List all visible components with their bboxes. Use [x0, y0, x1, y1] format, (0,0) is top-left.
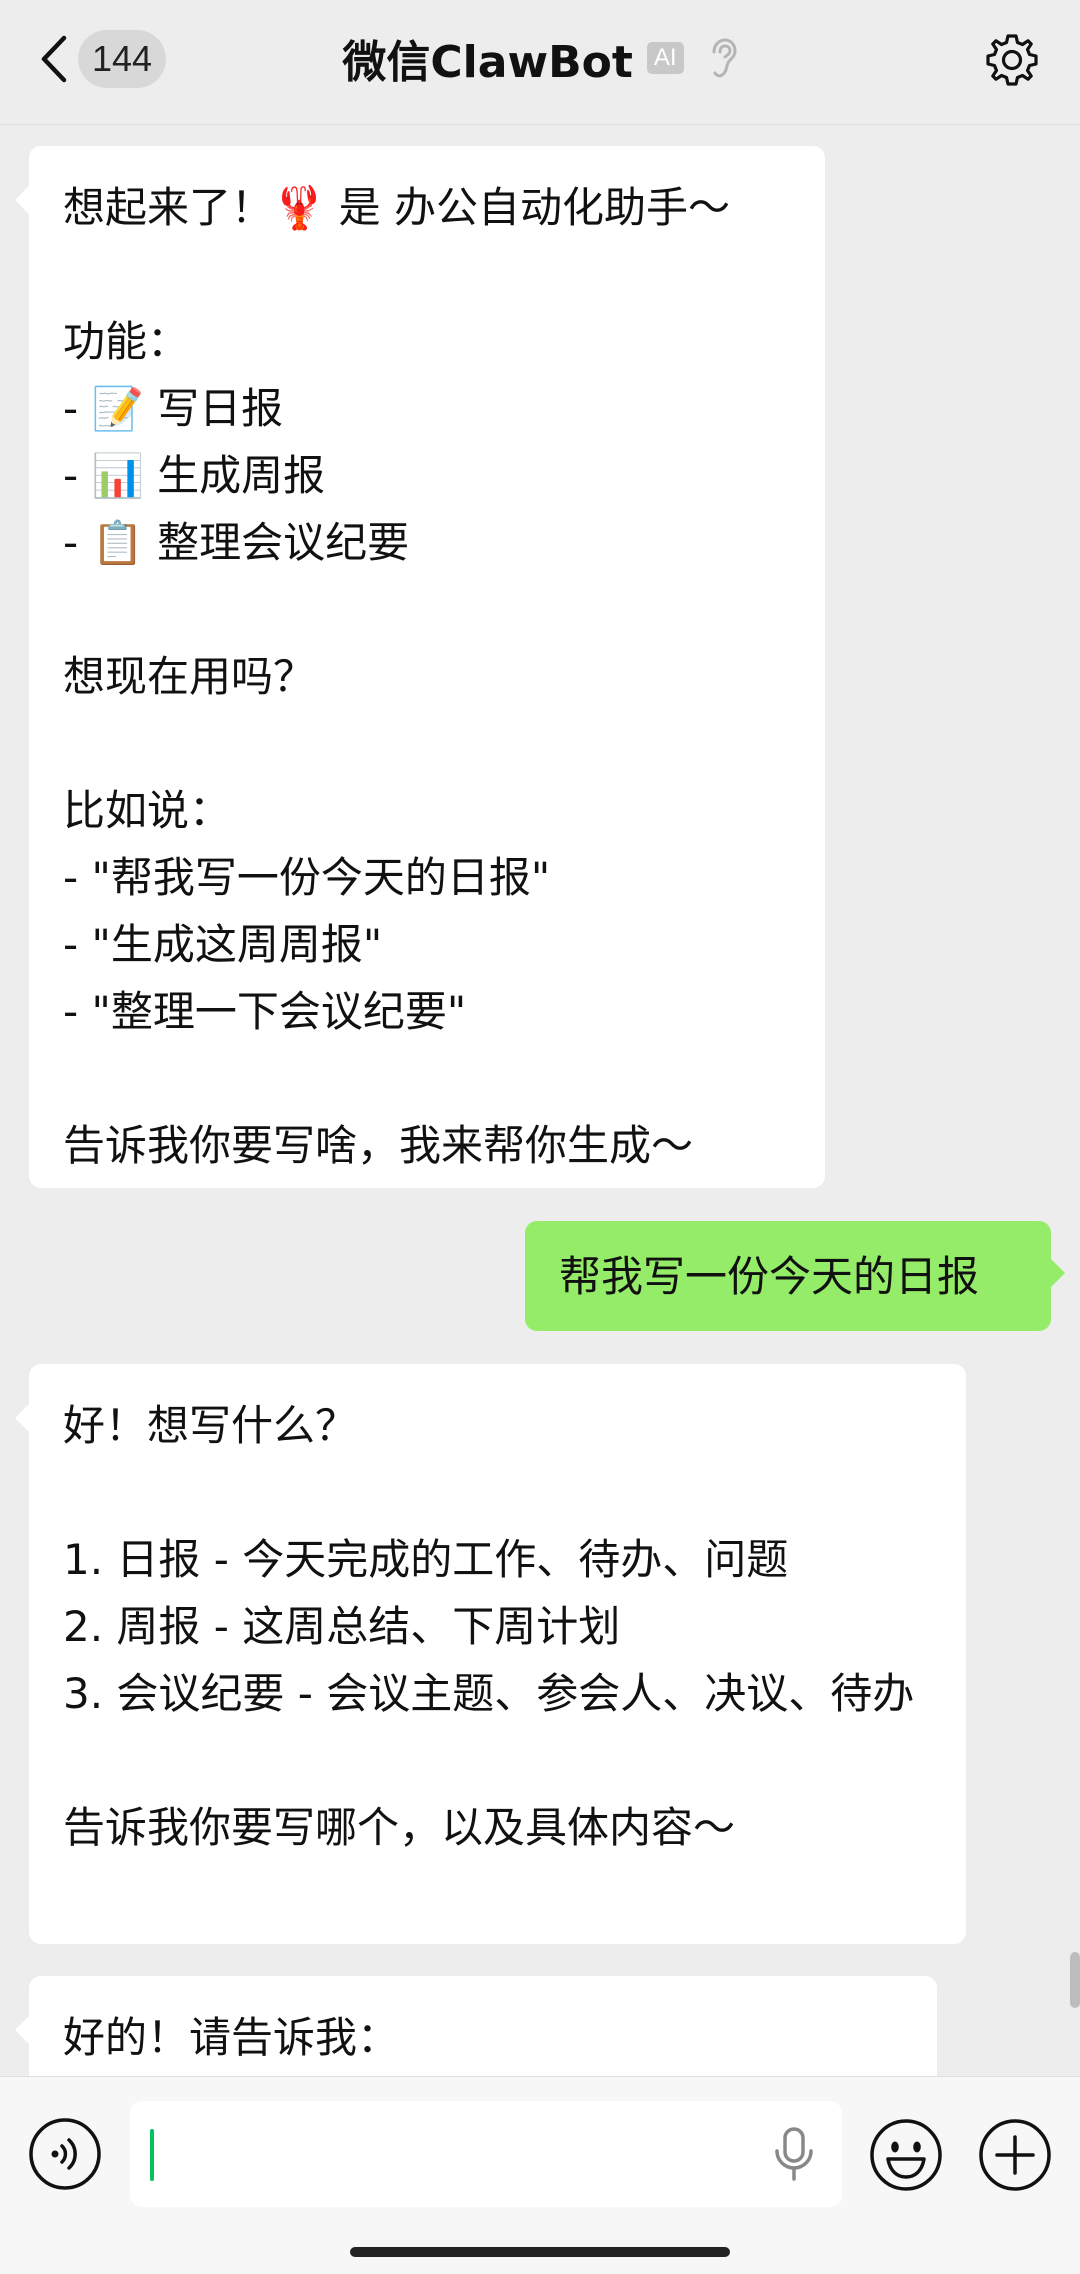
- chat-header: 144 微信ClawBot AI: [0, 0, 1080, 125]
- chevron-left-icon: [41, 35, 67, 83]
- settings-button[interactable]: [982, 30, 1042, 90]
- ear-icon: [712, 38, 737, 78]
- text-caret: [150, 2129, 154, 2181]
- dictation-button[interactable]: [770, 2125, 818, 2185]
- message-row-bot: 好的！请告诉我：: [15, 1976, 937, 2076]
- message-row-bot: 想起来了！🦞 是 办公自动化助手～ 功能： - 📝 写日报 - 📊 生成周报 -…: [15, 146, 825, 1188]
- back-button[interactable]: 144: [38, 28, 188, 90]
- input-bar: [0, 2076, 1080, 2274]
- bot-message-bubble[interactable]: 好！想写什么？ 1. 日报 - 今天完成的工作、待办、问题 2. 周报 - 这周…: [15, 1364, 966, 1944]
- message-input[interactable]: [130, 2101, 842, 2207]
- message-row-user: 帮我写一份今天的日报: [525, 1221, 1065, 1331]
- scrollbar-thumb[interactable]: [1070, 1952, 1080, 2008]
- microphone-icon: [775, 2127, 813, 2181]
- home-indicator[interactable]: [350, 2247, 730, 2257]
- message-row-bot: 好！想写什么？ 1. 日报 - 今天完成的工作、待办、问题 2. 周报 - 这周…: [15, 1364, 966, 1944]
- emoji-button[interactable]: [868, 2117, 944, 2193]
- emoji-icon: [870, 2119, 942, 2191]
- gear-icon: [986, 34, 1038, 86]
- ai-badge: AI: [646, 42, 684, 74]
- plus-icon: [979, 2119, 1051, 2191]
- voice-mode-button[interactable]: [28, 2117, 102, 2191]
- voice-mode-icon: [29, 2118, 101, 2190]
- bot-message-bubble[interactable]: 想起来了！🦞 是 办公自动化助手～ 功能： - 📝 写日报 - 📊 生成周报 -…: [15, 146, 825, 1188]
- message-list[interactable]: 想起来了！🦞 是 办公自动化助手～ 功能： - 📝 写日报 - 📊 生成周报 -…: [0, 124, 1080, 2076]
- unread-count-badge: 144: [78, 30, 166, 88]
- bot-message-bubble[interactable]: 好的！请告诉我：: [15, 1976, 937, 2076]
- more-actions-button[interactable]: [977, 2117, 1053, 2193]
- user-message-bubble[interactable]: 帮我写一份今天的日报: [525, 1221, 1065, 1331]
- page-title: 微信ClawBot: [342, 37, 633, 88]
